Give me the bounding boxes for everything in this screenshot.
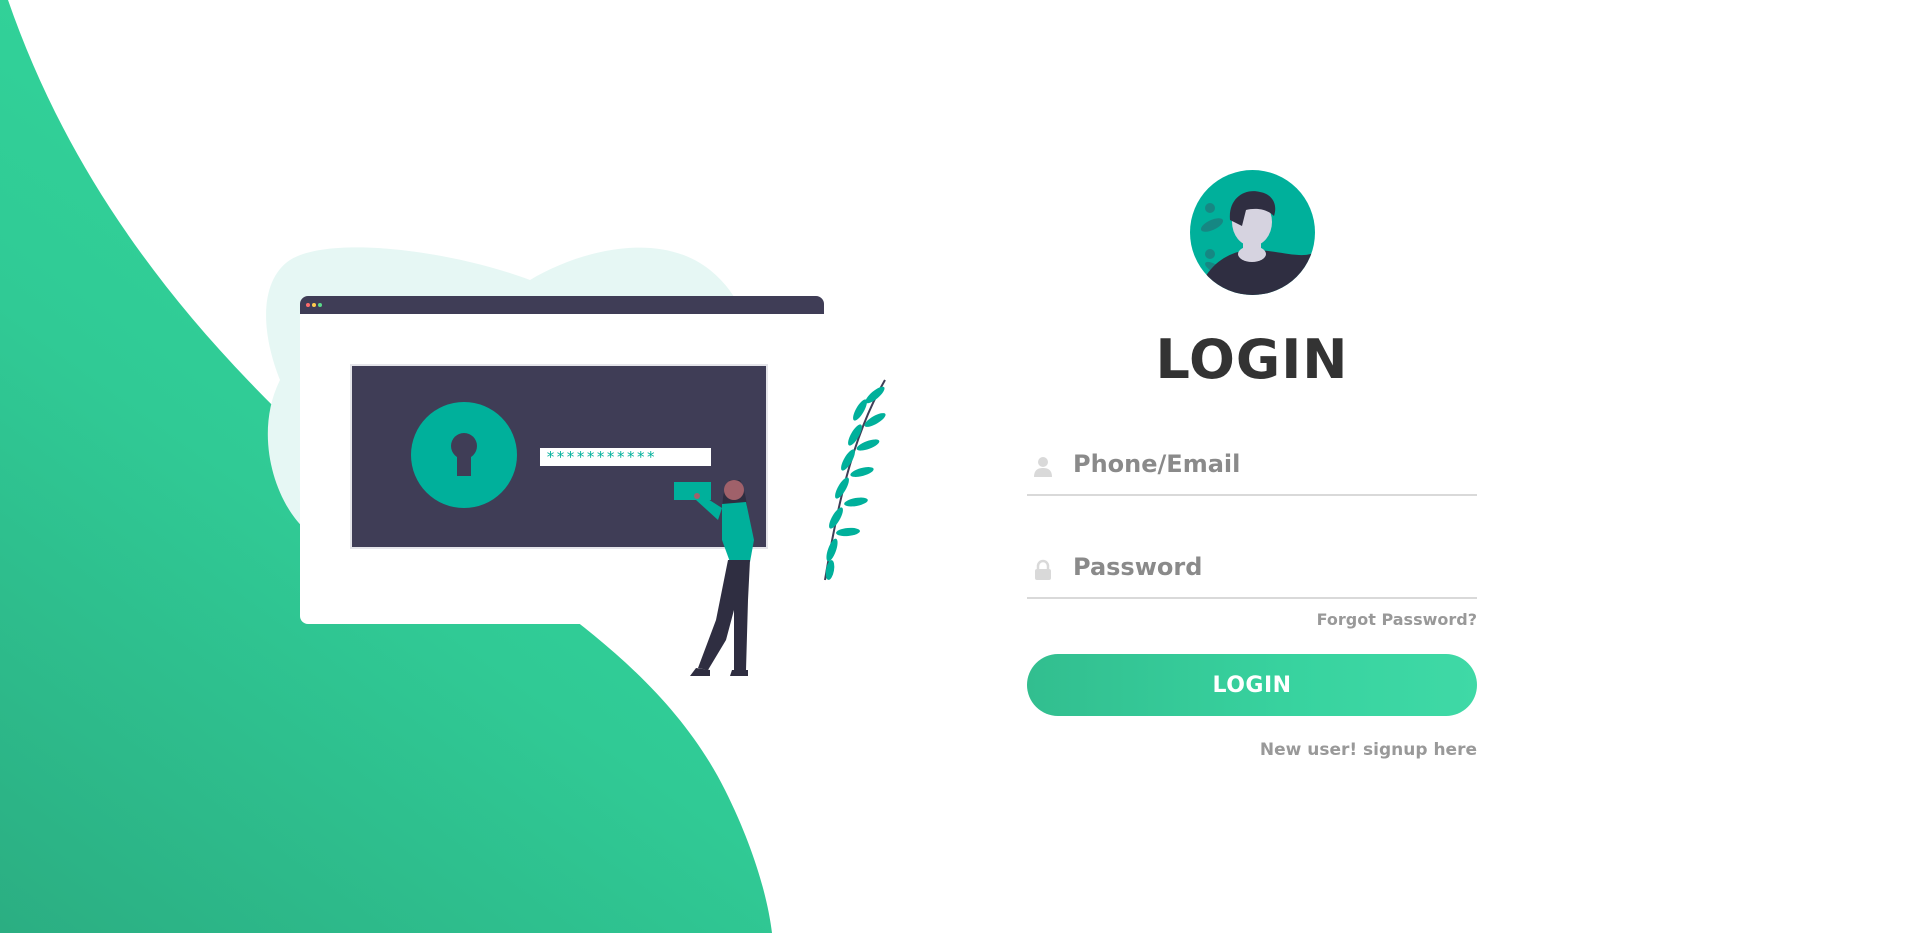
lock-icon bbox=[1035, 559, 1051, 580]
avatar bbox=[1190, 170, 1315, 295]
email-field-label: Phone/Email bbox=[1073, 450, 1241, 478]
login-button[interactable]: LOGIN bbox=[1027, 654, 1477, 716]
signup-link[interactable]: New user! signup here bbox=[1260, 740, 1477, 760]
password-field-label: Password bbox=[1073, 553, 1203, 581]
email-field[interactable]: Phone/Email bbox=[1027, 438, 1477, 496]
password-field[interactable]: Password bbox=[1027, 541, 1477, 599]
user-icon bbox=[1034, 457, 1052, 477]
avatar-illustration-icon bbox=[1190, 170, 1315, 295]
page-title: LOGIN bbox=[1155, 328, 1349, 391]
forgot-password-link[interactable]: Forgot Password? bbox=[1317, 610, 1477, 629]
login-page: *********** LOGIN Phone/Email Password F… bbox=[0, 0, 1913, 933]
masked-password-text: *********** bbox=[546, 448, 656, 466]
login-illustration: *********** bbox=[266, 247, 886, 676]
plant-graphic bbox=[824, 379, 886, 581]
